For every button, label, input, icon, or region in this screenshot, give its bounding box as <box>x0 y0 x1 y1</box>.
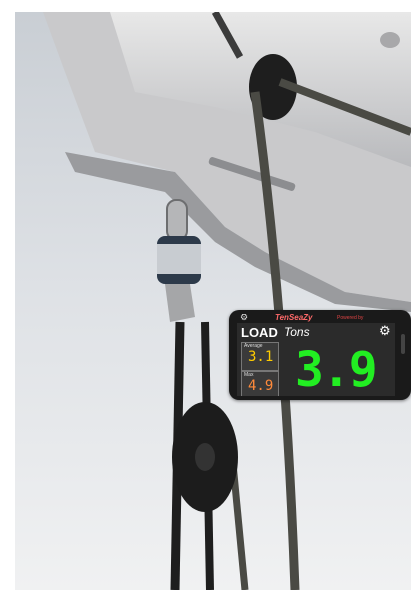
phone-button <box>401 334 405 354</box>
brand-name: TenSeaZy <box>275 314 313 322</box>
boom-bolt <box>380 32 400 48</box>
average-box: Average 3.1 <box>241 342 279 371</box>
gear-icon[interactable]: ⚙ <box>240 314 248 323</box>
app-header-bar: ⚙ TenSeaZy Powered by <box>237 314 395 323</box>
phone-device: ⚙ TenSeaZy Powered by LOAD Tons ⚙ Averag… <box>229 310 411 400</box>
swivel-shackle <box>166 199 188 241</box>
background-photo <box>15 12 411 590</box>
settings-gear-icon[interactable]: ⚙ <box>379 323 391 339</box>
partner-label: Powered by <box>337 315 364 321</box>
lower-block-sheave <box>195 443 215 471</box>
snap-shackle <box>165 284 195 322</box>
app-screen: ⚙ TenSeaZy Powered by LOAD Tons ⚙ Averag… <box>237 314 395 396</box>
average-value: 3.1 <box>248 349 274 365</box>
main-load-value: 3.9 <box>295 342 378 396</box>
scene-illustration <box>15 12 411 590</box>
main-readout: 3.9 <box>285 342 389 396</box>
load-cell-label-band <box>157 244 201 274</box>
units-label: Tons <box>284 325 310 339</box>
page-title: LOAD <box>241 325 278 340</box>
max-value: 4.9 <box>248 378 274 394</box>
max-box: Max 4.9 <box>241 371 279 396</box>
